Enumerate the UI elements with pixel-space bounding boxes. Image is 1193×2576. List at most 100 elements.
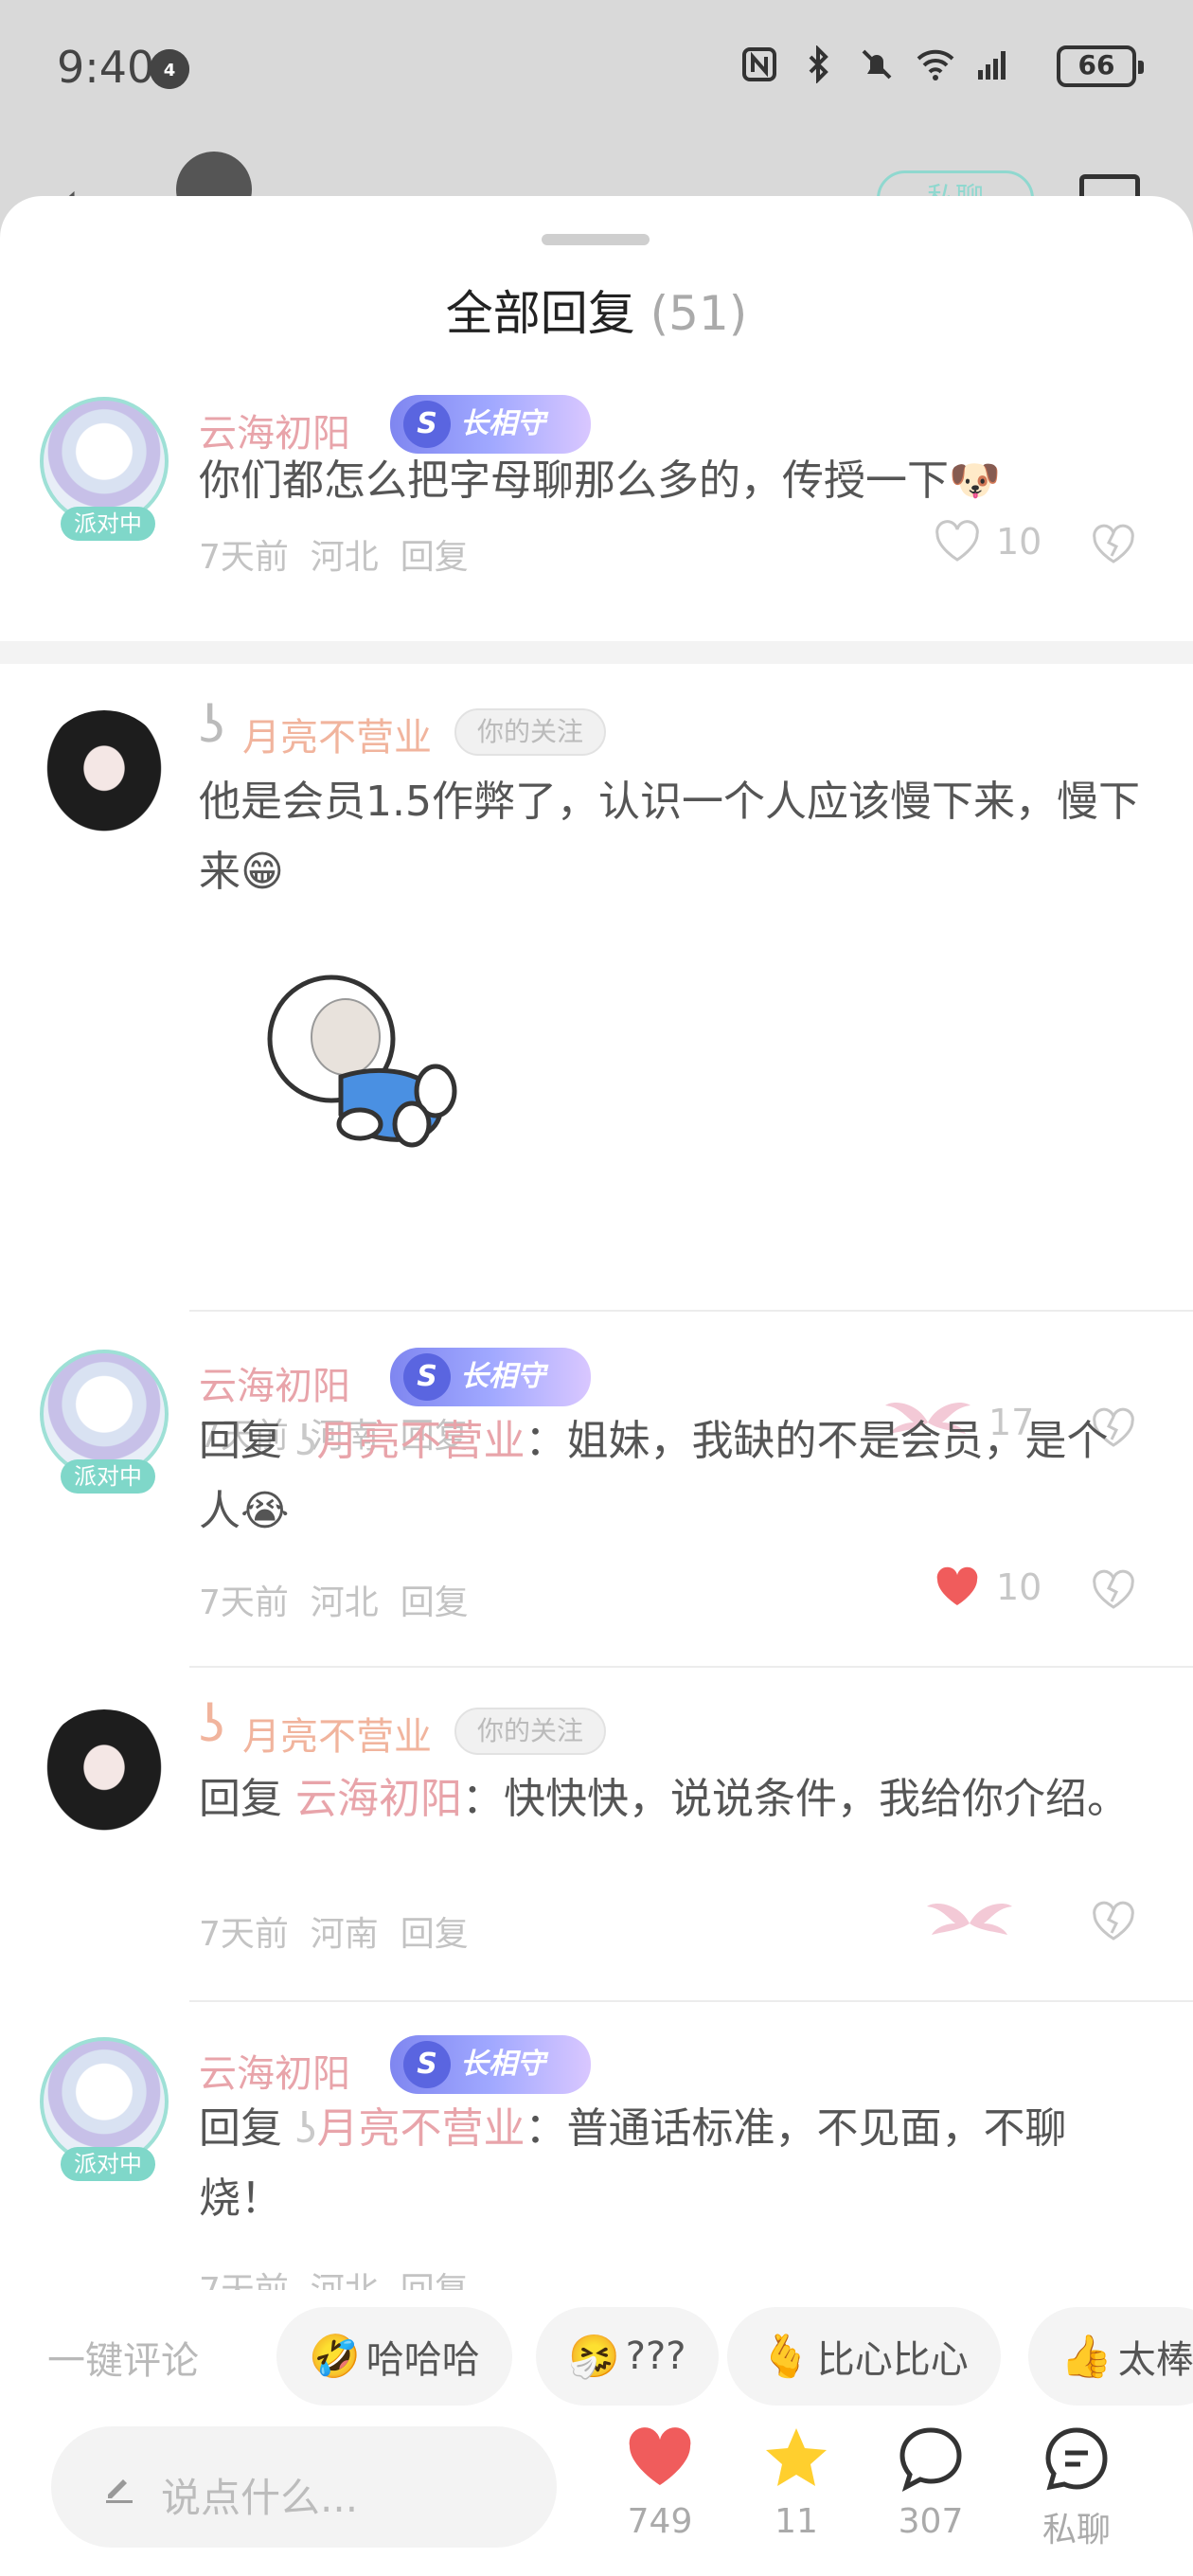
comment-body: 你们都怎么把字母聊那么多的，传授一下 <box>199 456 949 505</box>
like-count: 10 <box>996 1566 1042 1608</box>
username[interactable]: 云海初阳 <box>199 1355 350 1410</box>
reply-count: (51) <box>650 286 748 341</box>
username[interactable]: 云海初阳 <box>199 2043 350 2098</box>
battery-level: 66 <box>1057 45 1144 87</box>
quick-chip[interactable]: 🫰 比心比心 <box>727 2307 1001 2406</box>
broken-heart-icon[interactable] <box>1089 1565 1138 1615</box>
badge-letter: S <box>403 1353 451 1401</box>
chip-label: 哈哈哈 <box>365 2338 480 2382</box>
comment-body: ：快快快，说说条件，我给你介绍。 <box>462 1775 1129 1823</box>
region: 河北 <box>310 538 379 577</box>
following-tag: 你的关注 <box>454 1708 607 1755</box>
favorite-action[interactable]: 11 <box>735 2423 858 2541</box>
drag-handle[interactable] <box>542 234 650 245</box>
star-icon <box>766 2428 827 2486</box>
badge-letter: S <box>403 401 451 448</box>
hd-badge-icon: 4 <box>150 49 189 89</box>
signal-icon <box>978 51 1006 80</box>
like-button[interactable]: 10 <box>932 1562 1042 1613</box>
comment-total: 307 <box>898 2502 964 2541</box>
quick-comment-bar: 一键评论 🤣 哈哈哈 🤧??? 🫰 比心比心 👍 太棒 <box>0 2290 1193 2423</box>
region: 河南 <box>310 1915 379 1954</box>
reply-link[interactable]: 回复 <box>401 1583 469 1622</box>
badge-label: 长相守 <box>460 407 545 440</box>
region: 河北 <box>310 1583 379 1622</box>
wifi-icon <box>917 49 954 80</box>
username[interactable]: 月亮不营业 <box>242 1706 432 1761</box>
reply-prefix: 回复 <box>199 2104 282 2153</box>
like-button[interactable]: 10 <box>932 516 1042 567</box>
wings-icon[interactable] <box>922 1895 1017 1952</box>
emoji: 🐶 <box>949 456 1001 505</box>
party-tag: 派对中 <box>61 1459 155 1494</box>
avatar[interactable]: 派对中 <box>40 2037 169 2181</box>
svg-text:4: 4 <box>164 61 176 80</box>
title-text: 全部回复 <box>445 286 635 341</box>
meme-sticker[interactable] <box>246 963 492 1172</box>
comment-text: 回复 ʖ月亮不营业：姐妹，我缺的不是会员，是个人😭 <box>199 1417 1109 1535</box>
chip-label: ??? <box>625 2334 686 2378</box>
reply-prefix: 回复 <box>199 1417 282 1465</box>
quick-chip[interactable]: 🤧??? <box>536 2307 719 2406</box>
comment-meta: 7天前 河北 回复 <box>199 1575 469 1624</box>
vip-badge: S 长相守 <box>390 2035 591 2094</box>
mention-link[interactable]: 云海初阳 <box>295 1775 462 1823</box>
heart-outline-icon <box>935 520 979 562</box>
heart-filled-icon <box>936 1566 978 1605</box>
username[interactable]: 月亮不营业 <box>242 707 432 761</box>
reply-prefix: 回复 <box>199 1775 282 1823</box>
chat-label: 私聊 <box>1042 2511 1111 2549</box>
chip-label: 比心比心 <box>816 2338 969 2382</box>
sheet-title: 全部回复 (51) <box>0 276 1193 344</box>
comment-text: 回复 ʖ月亮不营业：普通话标准，不见面，不聊烧！ <box>199 2104 1067 2223</box>
broken-heart-icon[interactable] <box>1089 520 1138 569</box>
comment-text: 你们都怎么把字母聊那么多的，传授一下🐶 <box>199 446 1146 516</box>
time: 7天前 <box>199 1583 289 1622</box>
moon-decoration-icon: ʖ <box>199 1694 225 1754</box>
emoji: 😁 <box>240 848 284 896</box>
comment-meta: 7天前 河北 回复 <box>199 529 469 579</box>
comment-meta: 7天前 河南 回复 <box>199 1906 469 1956</box>
following-tag: 你的关注 <box>454 708 607 756</box>
comment-divider <box>189 2000 1193 2002</box>
reply-link[interactable]: 回复 <box>401 538 469 577</box>
chip-emoji: 🤧 <box>568 2333 620 2381</box>
mention-link[interactable]: 月亮不营业 <box>316 2104 525 2153</box>
time: 7天前 <box>199 1915 289 1954</box>
chip-emoji: 🤣 <box>309 2333 361 2381</box>
avatar[interactable]: 派对中 <box>40 397 169 541</box>
like-action[interactable]: 749 <box>598 2423 721 2541</box>
badge-letter: S <box>403 2041 451 2088</box>
chip-emoji: 👍 <box>1060 2333 1113 2381</box>
private-chat-action[interactable]: 私聊 <box>1015 2423 1138 2551</box>
status-bar: 9:40 4 66 <box>0 0 1193 142</box>
quick-comment-label: 一键评论 <box>47 2339 199 2383</box>
quick-chip[interactable]: 🤣 哈哈哈 <box>276 2307 512 2406</box>
comment-body: 他是会员1.5作弊了，认识一个人应该慢下来，慢下来 <box>199 778 1140 896</box>
comment-divider <box>189 1666 1193 1668</box>
mention-link[interactable]: 月亮不营业 <box>316 1417 525 1465</box>
pen-icon <box>106 2479 133 2503</box>
vip-badge: S 长相守 <box>390 1348 591 1406</box>
broken-heart-icon[interactable] <box>1089 1897 1138 1946</box>
heart-filled-icon <box>629 2427 691 2485</box>
input-placeholder: 说点什么... <box>161 2475 359 2521</box>
comment-action[interactable]: 307 <box>869 2423 992 2541</box>
vip-badge: S 长相守 <box>390 395 591 454</box>
replies-sheet: 全部回复 (51) 派对中 云海初阳 S 长相守 你们都怎么把字母聊那么多的，传授… <box>0 196 1193 2576</box>
moon-decoration-icon: ʖ <box>199 695 225 755</box>
quick-chip[interactable]: 👍 太棒 <box>1028 2307 1193 2406</box>
time: 7天前 <box>199 538 289 577</box>
avatar[interactable]: 派对中 <box>40 1350 169 1494</box>
chat-icon <box>1045 2427 1108 2491</box>
like-total: 749 <box>627 2502 693 2541</box>
comment-bubble-icon <box>899 2427 962 2493</box>
comment-input[interactable]: 说点什么... <box>51 2426 557 2548</box>
mute-bell-icon <box>862 49 892 80</box>
section-divider <box>0 641 1193 664</box>
chip-label: 太棒 <box>1117 2338 1193 2382</box>
avatar[interactable] <box>40 1709 169 1838</box>
badge-label: 长相守 <box>460 2048 545 2081</box>
avatar[interactable] <box>40 710 169 839</box>
reply-link[interactable]: 回复 <box>401 1915 469 1954</box>
